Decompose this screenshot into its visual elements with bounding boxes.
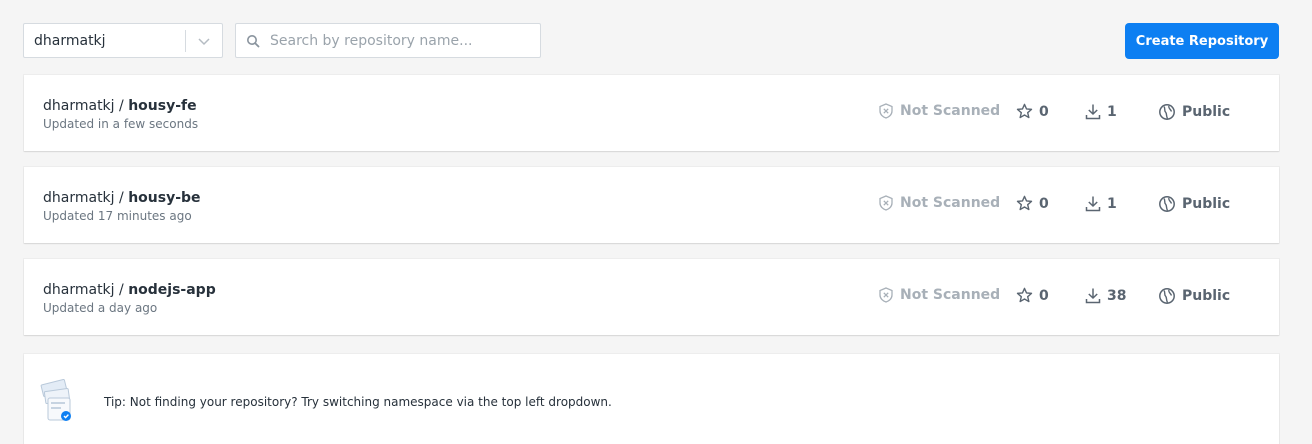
repository-title[interactable]: dharmatkj / housy-fe	[43, 97, 198, 115]
star-count: 0	[1016, 103, 1049, 120]
repository-name: nodejs-app	[128, 282, 216, 298]
repository-updated: Updated in a few seconds	[43, 117, 199, 131]
visibility-label: Public	[1182, 104, 1231, 120]
repository-namespace: dharmatkj	[43, 98, 115, 114]
scan-status-label: Not Scanned	[900, 103, 1001, 119]
repository-updated: Updated 17 minutes ago	[43, 209, 192, 223]
scan-status-label: Not Scanned	[900, 287, 1001, 303]
repository-row[interactable]: dharmatkj / housy-be Updated 17 minutes …	[24, 167, 1279, 243]
repository-updated: Updated a day ago	[43, 301, 158, 315]
search-input[interactable]	[270, 24, 540, 57]
repository-separator: /	[114, 282, 129, 298]
namespace-dropdown[interactable]: dharmatkj	[23, 23, 223, 58]
scan-status-label: Not Scanned	[900, 195, 1001, 211]
pull-count: 1	[1085, 195, 1117, 212]
repository-namespace: dharmatkj	[43, 282, 115, 298]
shield-x-icon	[879, 287, 893, 303]
repository-info: dharmatkj / housy-be Updated 17 minutes …	[43, 189, 201, 224]
repository-separator: /	[114, 98, 129, 114]
repository-row[interactable]: dharmatkj / housy-fe Updated in a few se…	[24, 75, 1279, 151]
repository-info: dharmatkj / housy-fe Updated in a few se…	[43, 97, 198, 132]
repository-illustration-icon	[40, 374, 80, 430]
pull-count-value: 38	[1107, 287, 1127, 304]
repository-row[interactable]: dharmatkj / nodejs-app Updated a day ago…	[24, 259, 1279, 335]
scan-status: Not Scanned	[878, 103, 1000, 119]
pull-count-value: 1	[1107, 103, 1117, 120]
pull-count-value: 1	[1107, 195, 1117, 212]
toolbar: dharmatkj Create Repository	[23, 23, 1279, 59]
repository-namespace: dharmatkj	[43, 190, 115, 206]
repository-separator: /	[114, 190, 129, 206]
shield-x-icon	[879, 103, 893, 119]
globe-icon	[1159, 288, 1175, 304]
tip-text: Tip: Not finding your repository? Try sw…	[104, 395, 612, 409]
star-icon	[1016, 287, 1033, 303]
scan-status: Not Scanned	[878, 195, 1000, 211]
shield-x-icon	[879, 195, 893, 211]
visibility-badge: Public	[1158, 287, 1230, 305]
create-repository-button[interactable]: Create Repository	[1125, 23, 1279, 59]
repository-title[interactable]: dharmatkj / nodejs-app	[43, 281, 216, 299]
star-icon	[1016, 103, 1033, 119]
search-box[interactable]	[235, 23, 541, 58]
search-icon	[236, 34, 270, 48]
pull-count: 1	[1085, 103, 1117, 120]
repository-name: housy-fe	[128, 98, 197, 114]
star-count-value: 0	[1039, 103, 1049, 120]
download-icon	[1085, 196, 1101, 212]
star-count: 0	[1016, 287, 1049, 304]
download-icon	[1085, 288, 1101, 304]
visibility-label: Public	[1182, 196, 1231, 212]
visibility-badge: Public	[1158, 195, 1230, 213]
star-icon	[1016, 195, 1033, 211]
chevron-down-icon[interactable]	[186, 34, 222, 48]
globe-icon	[1159, 104, 1175, 120]
visibility-badge: Public	[1158, 103, 1230, 121]
repository-name: housy-be	[128, 190, 201, 206]
scan-status: Not Scanned	[878, 287, 1000, 303]
namespace-value: dharmatkj	[34, 32, 106, 49]
repository-info: dharmatkj / nodejs-app Updated a day ago	[43, 281, 216, 316]
star-count: 0	[1016, 195, 1049, 212]
download-icon	[1085, 104, 1101, 120]
star-count-value: 0	[1039, 195, 1049, 212]
pull-count: 38	[1085, 287, 1126, 304]
visibility-label: Public	[1182, 288, 1231, 304]
repository-title[interactable]: dharmatkj / housy-be	[43, 189, 201, 207]
globe-icon	[1159, 196, 1175, 212]
tip-card: Tip: Not finding your repository? Try sw…	[24, 354, 1279, 444]
star-count-value: 0	[1039, 287, 1049, 304]
